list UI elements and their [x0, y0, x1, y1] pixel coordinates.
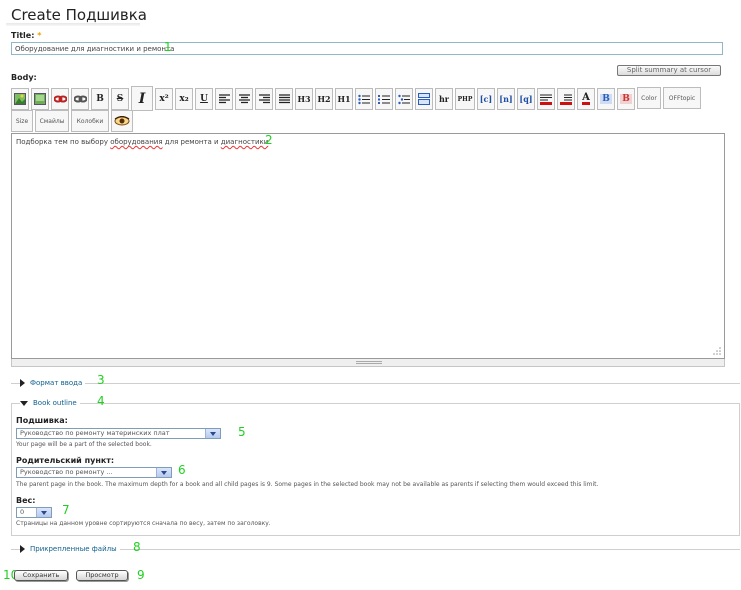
grippie-mark: [356, 361, 382, 364]
split-summary-button[interactable]: Split summary at cursor: [617, 65, 721, 76]
title-input[interactable]: Оборудование для диагностики и ремонта: [11, 42, 723, 55]
code-c-icon[interactable]: [c]: [477, 88, 495, 110]
input-format-legend[interactable]: Формат ввода: [20, 379, 86, 387]
numbered-list-icon[interactable]: [375, 88, 393, 110]
block-icon[interactable]: [415, 88, 433, 110]
annotation-8: 8: [133, 540, 141, 554]
misspelled-word: диагностики: [220, 138, 269, 146]
code-n-icon[interactable]: [n]: [497, 88, 515, 110]
weight-help: Страницы на данном уровне сортируются сн…: [16, 520, 271, 527]
size-button[interactable]: Size: [11, 110, 33, 132]
color-button[interactable]: Color: [637, 87, 661, 109]
collapsed-triangle-icon: [20, 379, 25, 387]
bold-blue-icon[interactable]: B: [597, 88, 615, 110]
subscript-icon[interactable]: x₂: [175, 88, 193, 110]
unlink-icon[interactable]: [71, 88, 89, 110]
parent-label: Родительский пункт:: [16, 456, 115, 465]
book-help: Your page will be a part of the selected…: [16, 441, 152, 448]
body-label: Body:: [11, 73, 37, 82]
parent-select[interactable]: Руководство по ремонту ...: [16, 467, 172, 478]
image-alt-icon[interactable]: [31, 88, 49, 110]
weight-select[interactable]: 0: [16, 507, 52, 518]
resize-corner-icon[interactable]: [710, 346, 722, 356]
h1-icon[interactable]: H1: [335, 88, 353, 110]
smileys-button[interactable]: Смайлы: [35, 110, 69, 132]
book-select[interactable]: Руководство по ремонту материнских плат: [16, 428, 221, 439]
superscript-icon[interactable]: x²: [155, 88, 173, 110]
required-mark: *: [37, 31, 42, 40]
page-title: Create Подшивка: [11, 6, 148, 24]
link-icon[interactable]: [51, 88, 69, 110]
annotation-2: 2: [265, 133, 273, 147]
nested-list-icon[interactable]: [395, 88, 413, 110]
annotation-4: 4: [97, 394, 105, 408]
annotation-5: 5: [238, 425, 246, 439]
font-color-letter: A: [582, 92, 590, 105]
weight-select-value: 0: [20, 508, 25, 516]
justify-icon[interactable]: [275, 88, 293, 110]
parent-select-value: Руководство по ремонту ...: [20, 468, 113, 476]
annotation-6: 6: [178, 463, 186, 477]
title-underline: [6, 23, 140, 26]
title-label-text: Title:: [11, 31, 35, 40]
bulleted-list-icon[interactable]: [355, 88, 373, 110]
bold-red-icon[interactable]: B: [617, 88, 635, 110]
bold-icon[interactable]: B: [91, 88, 109, 110]
image-icon[interactable]: [11, 88, 29, 110]
editor-toolbar: B S I x² x₂ U H3 H2 H1 hr PHP [c] [n] [q…: [11, 86, 723, 133]
offtopic-button[interactable]: OFFtopic: [663, 87, 701, 109]
attachments-fieldset: [11, 549, 740, 550]
strike-icon[interactable]: S: [111, 88, 129, 110]
input-format-legend-text: Формат ввода: [30, 379, 83, 387]
editor-text: для ремонта и: [162, 138, 221, 146]
weight-label: Вес:: [16, 496, 36, 505]
color-block-2-icon[interactable]: [557, 88, 575, 110]
misspelled-word: оборудования: [110, 138, 163, 146]
chevron-down-icon: [156, 468, 171, 477]
title-label: Title: *: [11, 31, 41, 40]
align-center-icon[interactable]: [235, 88, 253, 110]
font-color-icon[interactable]: A: [577, 88, 595, 110]
bold-red-letter: B: [620, 94, 632, 104]
annotation-7: 7: [62, 503, 70, 517]
expanded-triangle-icon: [20, 400, 28, 406]
annotation-1: 1: [164, 40, 172, 54]
code-q-icon[interactable]: [q]: [517, 88, 535, 110]
parent-help: The parent page in the book. The maximum…: [16, 481, 599, 488]
php-icon[interactable]: PHP: [455, 88, 475, 110]
preview-eye-icon[interactable]: [111, 110, 133, 132]
attachments-legend[interactable]: Прикрепленные файлы: [20, 545, 120, 553]
annotation-9: 9: [137, 568, 145, 582]
chevron-down-icon: [36, 508, 51, 517]
book-outline-legend[interactable]: Book outline: [20, 399, 80, 407]
annotation-3: 3: [97, 373, 105, 387]
h2-icon[interactable]: H2: [315, 88, 333, 110]
save-button[interactable]: Сохранить: [14, 570, 68, 581]
book-outline-legend-text: Book outline: [33, 399, 77, 407]
underline-icon[interactable]: U: [195, 88, 213, 110]
italic-icon[interactable]: I: [131, 86, 153, 111]
align-right-icon[interactable]: [255, 88, 273, 110]
h3-icon[interactable]: H3: [295, 88, 313, 110]
book-select-value: Руководство по ремонту материнских плат: [20, 429, 170, 437]
editor-text: Подборка тем по выбору: [16, 138, 111, 146]
book-label: Подшивка:: [16, 416, 68, 425]
preview-button[interactable]: Просмотр: [76, 570, 128, 581]
input-format-fieldset: [11, 383, 740, 384]
bold-blue-letter: B: [600, 94, 612, 104]
chevron-down-icon: [205, 429, 220, 438]
collapsed-triangle-icon: [20, 545, 25, 553]
colobki-button[interactable]: Колобки: [71, 110, 109, 132]
attachments-legend-text: Прикрепленные файлы: [30, 545, 117, 553]
textarea-grippie[interactable]: [11, 359, 725, 367]
body-textarea[interactable]: Подборка тем по выбору оборудования для …: [11, 133, 725, 359]
color-block-icon[interactable]: [537, 88, 555, 110]
align-left-icon[interactable]: [215, 88, 233, 110]
hr-icon[interactable]: hr: [435, 88, 453, 110]
